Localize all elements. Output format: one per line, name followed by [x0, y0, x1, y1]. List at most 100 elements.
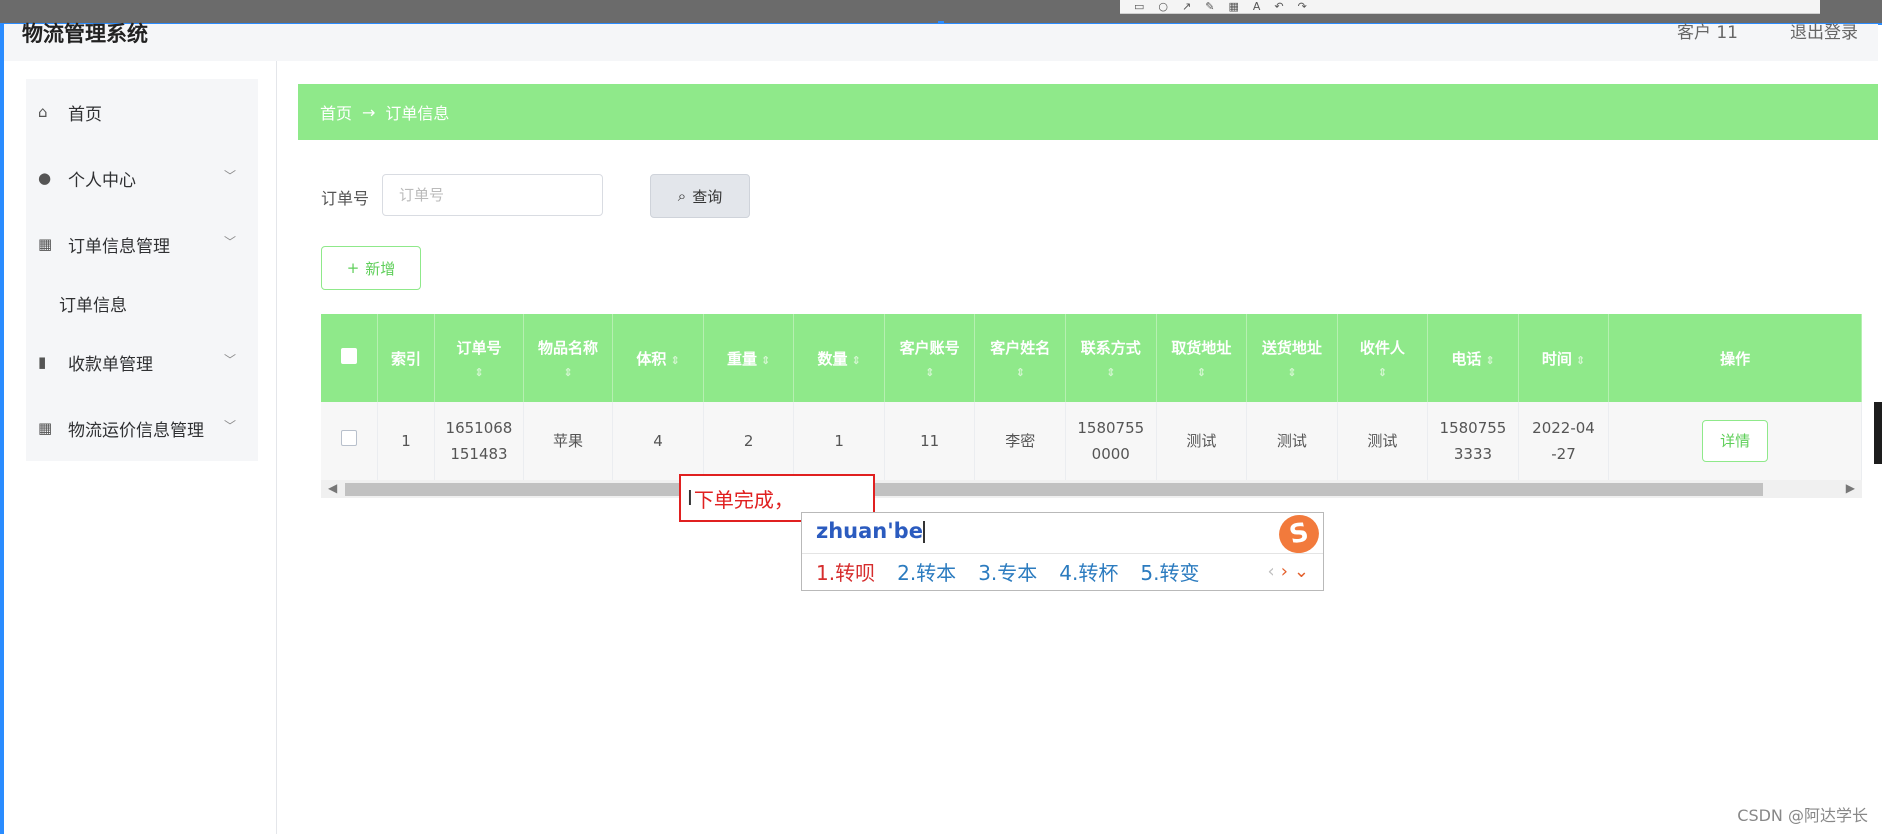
search-label: 订单号 [321, 189, 370, 208]
horizontal-scrollbar[interactable]: ◀ ▶ [321, 480, 1862, 498]
column-header-label: 重量 [726, 349, 757, 368]
logout-link[interactable]: 退出登录 [1790, 18, 1858, 43]
ime-candidate[interactable]: 3.专本 [978, 557, 1037, 586]
pen-tool-icon[interactable]: ✎ [1205, 0, 1214, 13]
cell-time: 2022-04 -27 [1518, 402, 1610, 480]
column-header-label: 客户姓名 [990, 339, 1051, 357]
cell-actions: 详情 [1608, 402, 1862, 480]
sort-icon[interactable]: ⇕ [1161, 366, 1243, 379]
app-title: 物流管理系统 [22, 22, 148, 46]
sidebar-item-orders[interactable]: ▦ 订单信息管理 ﹀ [26, 211, 258, 277]
mosaic-tool-icon[interactable]: ▦ [1228, 0, 1238, 13]
order-number-input[interactable] [382, 174, 603, 216]
column-header[interactable]: 电话 ⇕ [1427, 314, 1519, 402]
column-header[interactable]: 取货地址 ⇕ [1156, 314, 1248, 402]
column-header[interactable]: 客户账号 ⇕ [884, 314, 976, 402]
sort-icon[interactable]: ⇕ [1576, 354, 1585, 367]
sort-icon[interactable]: ⇕ [528, 366, 609, 379]
next-page-icon[interactable]: › [1281, 561, 1288, 582]
breadcrumb-home[interactable]: 首页 [320, 100, 352, 124]
column-header-label: 收件人 [1359, 339, 1405, 357]
home-icon: ⌂ [38, 103, 48, 121]
grid-icon: ▦ [38, 419, 53, 437]
scroll-left-icon[interactable]: ◀ [328, 481, 337, 495]
sidebar-item-label: 首页 [68, 104, 102, 125]
rect-tool-icon[interactable]: ▭ [1134, 0, 1144, 13]
sort-icon[interactable]: ⇕ [1070, 366, 1152, 379]
sort-icon[interactable]: ⇕ [852, 354, 861, 367]
scroll-right-icon[interactable]: ▶ [1846, 481, 1855, 495]
sidebar-item-label: 收款单管理 [68, 354, 153, 375]
screenshot-toolbar[interactable]: ▭ ○ ↗ ✎ ▦ A ↶ ↷ [1120, 0, 1820, 14]
annotation-text: 下单完成， [693, 487, 794, 512]
ime-composition: zhuan'be [816, 519, 925, 543]
cell-line: 0000 [1091, 445, 1130, 463]
cell-volume: 4 [612, 402, 704, 480]
undo-tool-icon[interactable]: ↶ [1274, 0, 1283, 13]
cell-weight: 2 [703, 402, 795, 480]
add-button-label: 新增 [365, 259, 396, 278]
column-header[interactable]: 客户姓名 ⇕ [974, 314, 1066, 402]
sort-icon[interactable]: ⇕ [1342, 366, 1424, 379]
select-all-header[interactable] [321, 314, 378, 402]
column-header[interactable]: 订单号 ⇕ [434, 314, 524, 402]
sidebar-menu: ⌂ 首页 ● 个人中心 ﹀ ▦ 订单信息管理 ﹀ 订单信息 ▮ 收款单管理 ﹀ … [26, 79, 258, 461]
sort-icon[interactable]: ⇕ [1251, 366, 1333, 379]
sidebar-item-receipts[interactable]: ▮ 收款单管理 ﹀ [26, 329, 258, 395]
row-checkbox[interactable] [340, 430, 357, 446]
column-header[interactable]: 联系方式 ⇕ [1065, 314, 1157, 402]
sort-icon[interactable]: ⇕ [670, 354, 679, 367]
cell-delivery: 测试 [1246, 402, 1338, 480]
arrow-tool-icon[interactable]: ↗ [1182, 0, 1191, 13]
column-header: 操作 [1608, 314, 1862, 402]
ime-candidate[interactable]: 4.转杯 [1059, 557, 1118, 586]
sort-icon[interactable]: ⇕ [979, 366, 1061, 379]
column-header[interactable]: 收件人 ⇕ [1337, 314, 1429, 402]
column-header[interactable]: 时间 ⇕ [1518, 314, 1610, 402]
ime-candidates: 1.转呗 2.转本 3.专本 4.转杯 5.转变 [816, 557, 1199, 586]
cell-phone: 1580755 3333 [1427, 402, 1519, 480]
sort-icon[interactable]: ⇕ [889, 366, 971, 379]
ime-candidate-window[interactable]: zhuan'be S 1.转呗 2.转本 3.专本 4.转杯 5.转变 ‹ › … [801, 511, 1324, 591]
search-button-label: 查询 [692, 187, 723, 206]
expand-icon[interactable]: ⌄ [1294, 561, 1309, 582]
row-select[interactable] [321, 402, 378, 480]
sidebar: ⌂ 首页 ● 个人中心 ﹀ ▦ 订单信息管理 ﹀ 订单信息 ▮ 收款单管理 ﹀ … [4, 61, 277, 834]
add-button[interactable]: + 新增 [321, 246, 421, 290]
column-header-label: 联系方式 [1080, 339, 1141, 357]
sidebar-item-label: 订单信息管理 [68, 236, 170, 257]
chevron-down-icon: ﹀ [223, 419, 236, 433]
cell-line: 2022-04 [1532, 419, 1595, 437]
sidebar-item-freight[interactable]: ▦ 物流运价信息管理 ﹀ [26, 395, 258, 461]
ime-nav: ‹ › ⌄ [1268, 561, 1310, 582]
column-header[interactable]: 体积 ⇕ [612, 314, 704, 402]
ime-candidate[interactable]: 1.转呗 [816, 557, 875, 586]
select-all-checkbox[interactable] [340, 348, 357, 364]
search-icon: ⌕ [677, 187, 687, 205]
column-header[interactable]: 送货地址 ⇕ [1246, 314, 1338, 402]
table-row: 1 1651068 151483 苹果 4 2 1 11 李密 1580755 00… [321, 402, 1862, 480]
column-header[interactable]: 物品名称 ⇕ [523, 314, 614, 402]
text-tool-icon[interactable]: A [1253, 0, 1261, 13]
ime-candidate[interactable]: 5.转变 [1140, 557, 1199, 586]
scrollbar-thumb[interactable] [345, 483, 1763, 496]
sidebar-item-profile[interactable]: ● 个人中心 ﹀ [26, 145, 258, 211]
sidebar-subitem-order-info[interactable]: 订单信息 [26, 277, 258, 329]
cell-line: 1651068 [445, 419, 513, 437]
redo-tool-icon[interactable]: ↷ [1298, 0, 1307, 13]
sort-icon[interactable]: ⇕ [1485, 354, 1494, 367]
ime-candidate[interactable]: 2.转本 [897, 557, 956, 586]
sidebar-item-home[interactable]: ⌂ 首页 [26, 79, 258, 145]
orders-table: 索引 订单号 ⇕ 物品名称 ⇕ 体积 ⇕ 重量 ⇕ 数量 ⇕ 客户账号 ⇕ 客户姓名 ⇕ 联系… [321, 314, 1862, 480]
current-user: 客户 11 [1676, 23, 1738, 43]
sort-icon[interactable]: ⇕ [761, 354, 770, 367]
cell-contact: 1580755 0000 [1065, 402, 1157, 480]
detail-button[interactable]: 详情 [1702, 420, 1769, 462]
column-header-label: 数量 [817, 349, 848, 368]
prev-page-icon[interactable]: ‹ [1268, 561, 1275, 582]
sort-icon[interactable]: ⇕ [439, 366, 519, 379]
column-header[interactable]: 数量 ⇕ [793, 314, 885, 402]
column-header[interactable]: 重量 ⇕ [703, 314, 795, 402]
circle-tool-icon[interactable]: ○ [1158, 0, 1168, 13]
search-button[interactable]: ⌕ 查询 [650, 174, 750, 218]
